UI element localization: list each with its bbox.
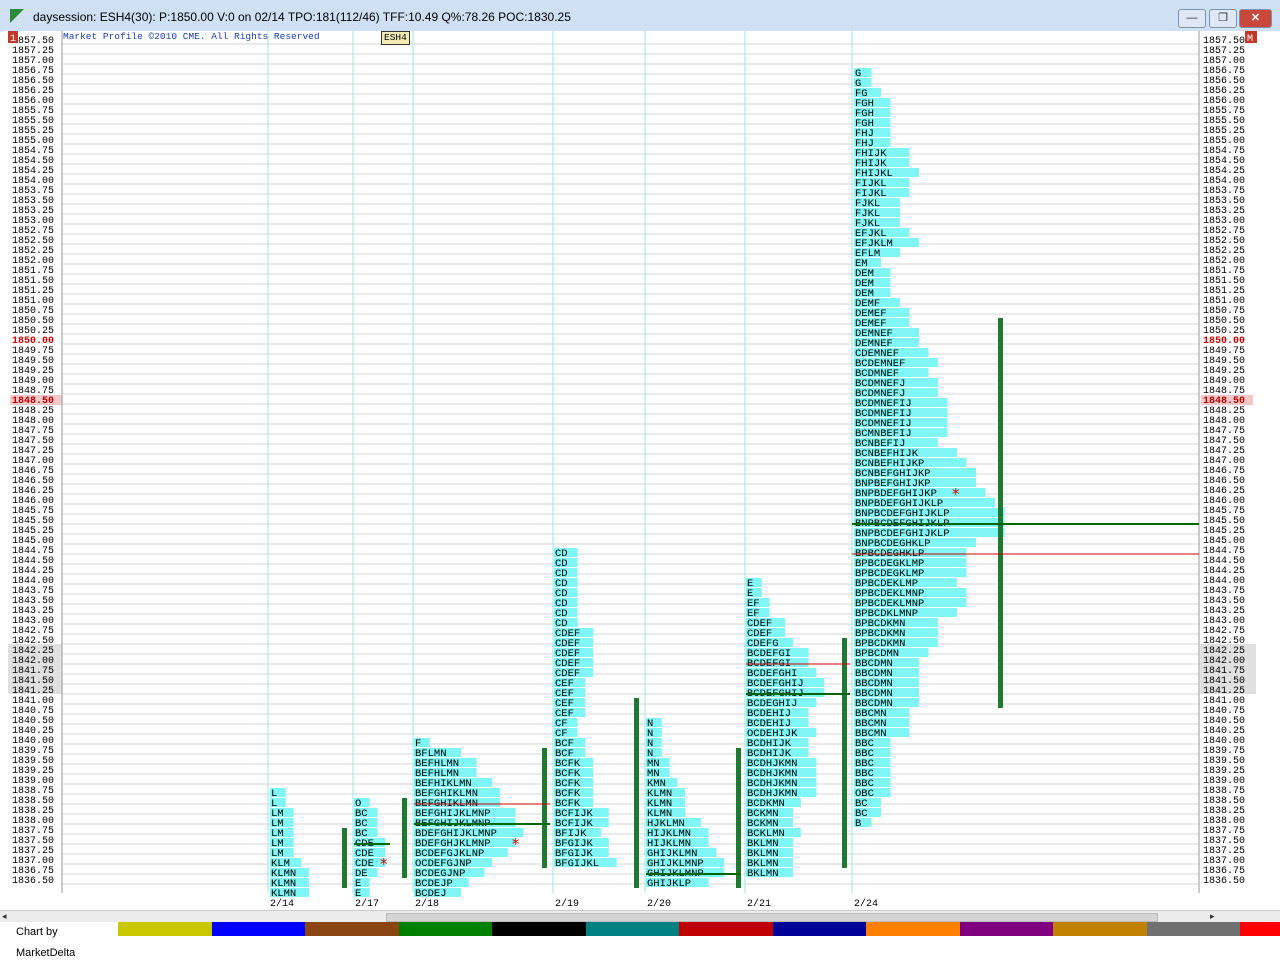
footer-bar: Chart by MarketDelta bbox=[0, 922, 1280, 959]
value-area-bar bbox=[342, 828, 347, 888]
asterisk-marker: * bbox=[380, 855, 388, 873]
window-title: daysession: ESH4(30): P:1850.00 V:0 on 0… bbox=[33, 10, 571, 24]
color-swatch bbox=[398, 922, 493, 936]
color-swatch bbox=[866, 922, 961, 936]
market-profile-chart[interactable]: 1857.50 1857.50 1857.25 1857.25 1857.00 1857.… bbox=[0, 31, 1280, 910]
app-icon bbox=[10, 9, 24, 23]
value-area-bar bbox=[402, 798, 407, 878]
session-date-label: 2/20 bbox=[647, 898, 671, 910]
tpo-letters: BKLMN bbox=[747, 868, 779, 880]
color-swatch bbox=[211, 922, 306, 936]
color-swatch bbox=[585, 922, 680, 936]
copyright-notice: Market Profile ©2010 CME. All Rights Res… bbox=[63, 31, 320, 42]
minimize-button[interactable]: — bbox=[1178, 9, 1206, 28]
left-corner-marker-label: 1 bbox=[10, 34, 16, 45]
chart-credit: Chart by MarketDelta bbox=[0, 922, 118, 959]
maximize-button[interactable]: ❐ bbox=[1209, 9, 1237, 28]
tpo-letters: B bbox=[855, 818, 861, 830]
scroll-right-arrow-icon[interactable]: ▸ bbox=[1210, 911, 1215, 922]
right-corner-marker-label: M bbox=[1247, 34, 1253, 45]
value-area-bar bbox=[542, 748, 547, 868]
session-date-label: 2/17 bbox=[355, 898, 379, 910]
value-area-bar bbox=[736, 748, 741, 888]
price-tick-label: 1836.50 bbox=[12, 876, 54, 887]
title-bar: daysession: ESH4(30): P:1850.00 V:0 on 0… bbox=[0, 0, 1280, 32]
chart-canvas[interactable]: 1857.50 1857.501857.25 1857.251857.00 1857.… bbox=[0, 31, 1280, 910]
asterisk-marker: * bbox=[512, 835, 520, 853]
asterisk-marker: * bbox=[952, 485, 960, 503]
color-swatch bbox=[492, 922, 587, 936]
color-swatch bbox=[305, 922, 400, 936]
color-swatch bbox=[1146, 922, 1241, 936]
session-date-label: 2/14 bbox=[270, 898, 294, 910]
color-swatch bbox=[1240, 922, 1280, 936]
session-date-label: 2/24 bbox=[854, 898, 878, 910]
tpo-letters: GHIJKLP bbox=[647, 878, 691, 890]
price-tick-label-right: 1836.50 bbox=[1203, 876, 1245, 887]
session-date-label: 2/18 bbox=[415, 898, 439, 910]
color-swatch bbox=[118, 922, 213, 936]
symbol-label: ESH4 bbox=[381, 31, 410, 45]
value-area-bar bbox=[634, 698, 639, 888]
session-date-label: 2/21 bbox=[747, 898, 771, 910]
close-button[interactable]: ✕ bbox=[1239, 9, 1272, 28]
scroll-left-arrow-icon[interactable]: ◂ bbox=[2, 911, 7, 922]
value-area-bar bbox=[842, 638, 847, 868]
color-swatch bbox=[1053, 922, 1148, 936]
color-swatch bbox=[772, 922, 867, 936]
color-swatch bbox=[679, 922, 774, 936]
value-area-bar bbox=[998, 318, 1003, 708]
session-date-label: 2/19 bbox=[555, 898, 579, 910]
color-swatch bbox=[959, 922, 1054, 936]
tpo-letters: BFGIJKL bbox=[555, 858, 599, 870]
scroll-thumb[interactable] bbox=[386, 913, 1158, 922]
